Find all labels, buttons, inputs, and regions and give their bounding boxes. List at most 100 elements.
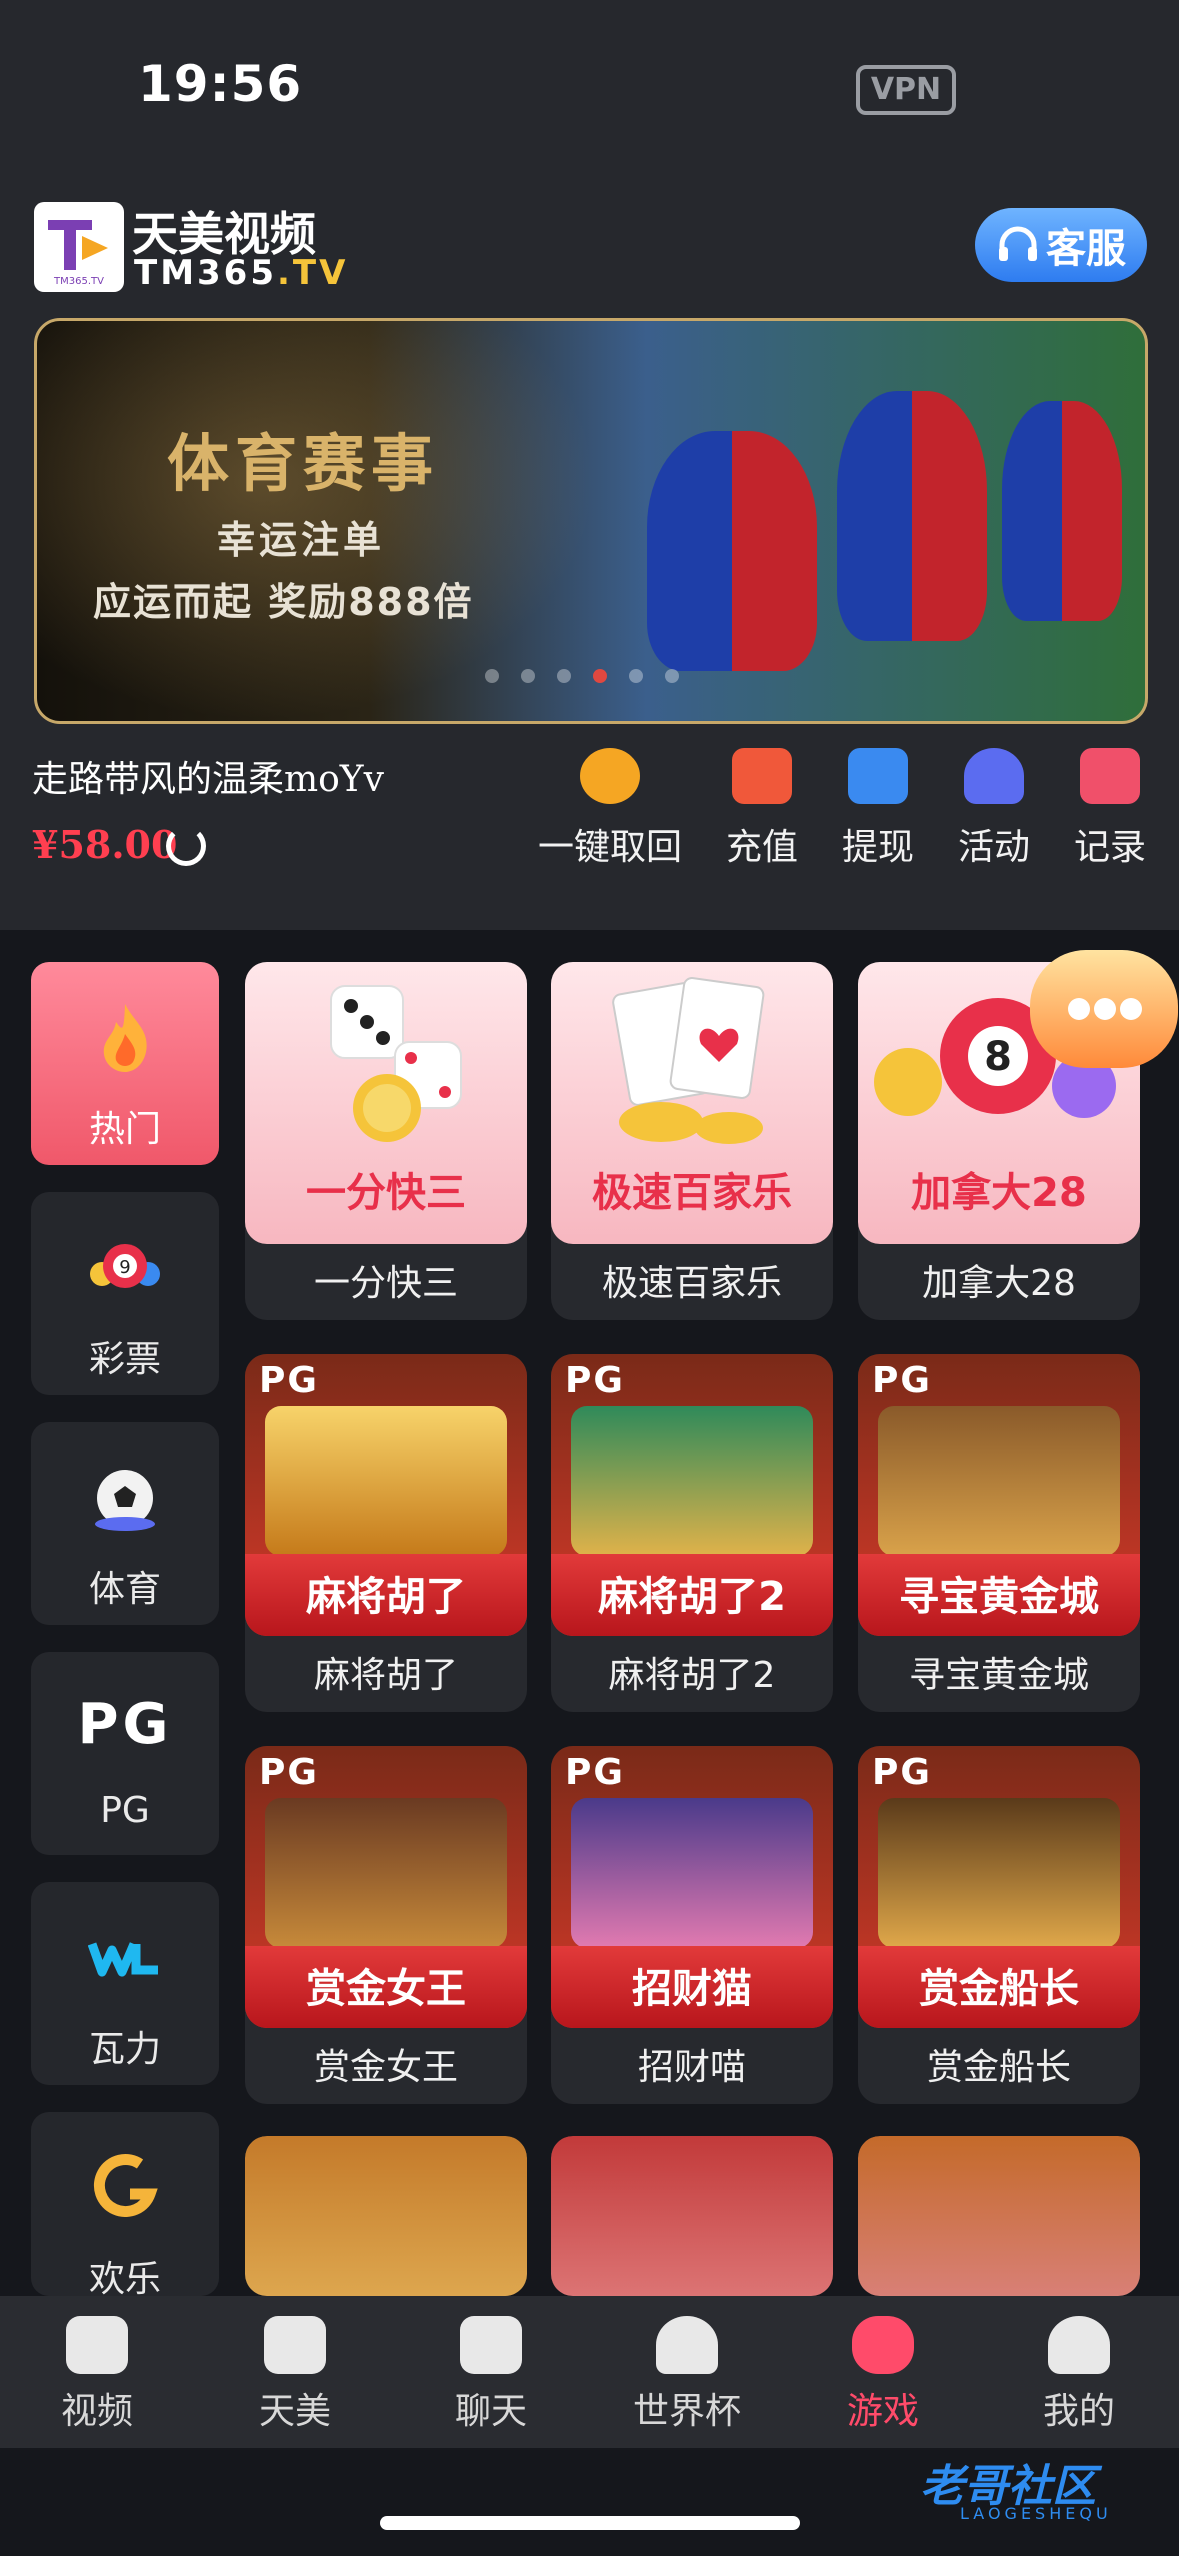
sidebar-item-wali[interactable]: 瓦力 [31, 1882, 219, 2085]
game-card[interactable]: PG 赏金船长 赏金船长 [858, 1746, 1140, 2104]
recharge-card-icon [732, 748, 792, 804]
game-thumbnail [551, 2136, 833, 2296]
game-caption: 极速百家乐 [592, 1170, 792, 1216]
profile-icon [1048, 2316, 1110, 2374]
banner-dot[interactable] [629, 669, 643, 683]
tab-label: 世界杯 [632, 2391, 741, 2432]
brand-domain: TM365.TV [134, 253, 349, 293]
game-art [571, 1406, 813, 1556]
action-label: 一键取回 [537, 827, 682, 868]
dice-icon [330, 985, 462, 1142]
tab-label: 聊天 [454, 2391, 527, 2432]
floating-chat-bubble[interactable] [1030, 950, 1178, 1068]
game-caption: 麻将胡了2 [598, 1574, 786, 1620]
action-retrieve[interactable]: 一键取回 [530, 748, 690, 870]
pg-tag: PG [872, 1752, 932, 1793]
sidebar-item-sports[interactable]: 体育 [31, 1422, 219, 1625]
game-card[interactable] [551, 2136, 833, 2296]
game-art [878, 1406, 1120, 1556]
sidebar-item-huanle[interactable]: 欢乐 [31, 2112, 219, 2296]
game-card[interactable]: PG 麻将胡了 麻将胡了 [245, 1354, 527, 1712]
home-indicator[interactable] [380, 2516, 800, 2530]
tab-chat[interactable]: 聊天 [406, 2316, 576, 2434]
tab-video[interactable]: 视频 [12, 2316, 182, 2434]
tab-profile[interactable]: 我的 [994, 2316, 1164, 2434]
game-name: 寻宝黄金城 [908, 1655, 1089, 1696]
game-card[interactable]: 极速百家乐 极速百家乐 [551, 962, 833, 1320]
action-withdraw[interactable]: 提现 [828, 748, 928, 870]
game-name: 赏金船长 [926, 2047, 1071, 2088]
chat-icon [460, 2316, 522, 2374]
banner-dot[interactable] [557, 669, 571, 683]
pg-tag: PG [259, 1752, 319, 1793]
game-name: 一分快三 [313, 1263, 458, 1304]
playing-cards-icon [612, 977, 765, 1144]
banner-dot[interactable] [521, 669, 535, 683]
game-thumbnail: 极速百家乐 [551, 962, 833, 1244]
pg-tag: PG [565, 1360, 625, 1401]
banner-dot-active[interactable] [593, 669, 607, 683]
tianmei-logo-icon [264, 2316, 326, 2374]
action-label: 充值 [725, 827, 798, 868]
action-recharge[interactable]: 充值 [712, 748, 812, 870]
game-caption: 寻宝黄金城 [899, 1574, 1099, 1620]
username: 走路带风的温柔moYv [32, 759, 384, 800]
svg-text:TM365.TV: TM365.TV [53, 276, 104, 287]
game-name: 极速百家乐 [601, 1263, 782, 1304]
customer-service-button[interactable]: 客服 [975, 208, 1147, 282]
banner-pagination [485, 669, 679, 683]
banner-player [837, 391, 987, 641]
game-card[interactable]: PG 寻宝黄金城 寻宝黄金城 [858, 1354, 1140, 1712]
game-card[interactable]: PG 麻将胡了2 麻将胡了2 [551, 1354, 833, 1712]
tab-world-cup[interactable]: 世界杯 [602, 2316, 772, 2434]
tab-label: 游戏 [846, 2391, 919, 2432]
huanle-logo-icon [94, 2154, 158, 2217]
game-card[interactable] [858, 2136, 1140, 2296]
sidebar-item-lottery[interactable]: 9 彩票 [31, 1192, 219, 1395]
game-art [878, 1798, 1120, 1948]
game-art [571, 1798, 813, 1948]
action-records[interactable]: 记录 [1060, 748, 1160, 870]
status-time: 19:56 [138, 55, 303, 113]
banner-player [1002, 401, 1122, 621]
game-thumbnail: 一分快三 [245, 962, 527, 1244]
sidebar-label: 体育 [88, 1569, 161, 1610]
banner-player [647, 431, 817, 671]
svg-text:9: 9 [119, 1257, 130, 1278]
bubble-dot [1094, 998, 1116, 1020]
game-card[interactable]: PG 赏金女王 赏金女王 [245, 1746, 527, 2104]
game-thumbnail [858, 2136, 1140, 2296]
game-thumbnail: PG 赏金船长 [858, 1746, 1140, 2028]
app-logo: TM365.TV [34, 202, 124, 292]
pg-logo-icon: PG [77, 1692, 173, 1757]
tab-games[interactable]: 游戏 [798, 2316, 968, 2434]
action-label: 活动 [957, 827, 1030, 868]
game-caption: 一分快三 [306, 1170, 466, 1216]
gamepad-icon [852, 2316, 914, 2374]
lottery-ball-icon: 9 [90, 1244, 160, 1288]
game-card[interactable] [245, 2136, 527, 2296]
activity-star-icon [964, 748, 1024, 804]
game-caption: 赏金女王 [306, 1966, 466, 2012]
game-caption: 麻将胡了 [306, 1574, 466, 1620]
sidebar-item-pg[interactable]: PG PG [31, 1652, 219, 1855]
sidebar-label: 彩票 [88, 1339, 161, 1380]
game-name: 赏金女王 [313, 2047, 458, 2088]
action-activity[interactable]: 活动 [944, 748, 1044, 870]
bottom-tab-bar: 视频 天美 聊天 世界杯 游戏 我的 [0, 2296, 1179, 2448]
sidebar-label: 瓦力 [88, 2029, 161, 2070]
sidebar-item-hot[interactable]: 热门 [31, 962, 219, 1165]
refresh-icon[interactable] [166, 826, 206, 866]
banner-dot[interactable] [665, 669, 679, 683]
svg-text:8: 8 [984, 1034, 1012, 1080]
promo-banner[interactable]: 体育赛事 幸运注单 应运而起 奖励888倍 [34, 318, 1148, 724]
banner-dot[interactable] [485, 669, 499, 683]
flame-icon [103, 1004, 147, 1072]
tab-label: 视频 [60, 2391, 133, 2432]
game-caption: 招财猫 [632, 1966, 752, 2012]
tab-tianmei[interactable]: 天美 [210, 2316, 380, 2434]
game-card[interactable]: 一分快三 一分快三 [245, 962, 527, 1320]
game-art [265, 1798, 507, 1948]
game-card[interactable]: PG 招财猫 招财喵 [551, 1746, 833, 2104]
game-thumbnail: PG 寻宝黄金城 [858, 1354, 1140, 1636]
